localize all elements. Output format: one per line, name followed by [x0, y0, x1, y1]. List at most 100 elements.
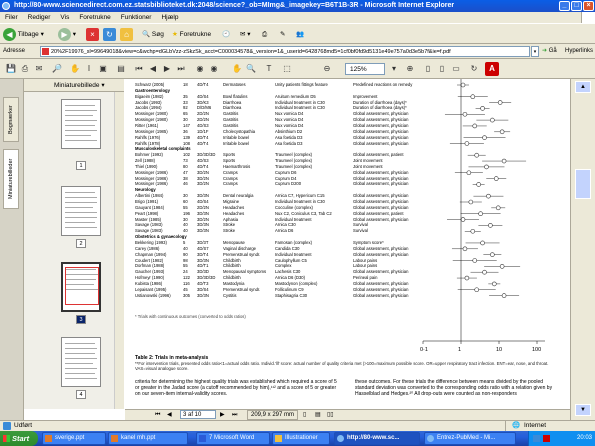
menu-tools[interactable]: Funktioner — [116, 14, 157, 21]
save-icon[interactable]: 💾 — [4, 62, 18, 76]
go-button[interactable]: ➜ Gå — [542, 46, 557, 57]
home-button[interactable]: ⌂ — [120, 27, 133, 42]
tab-bookmarks[interactable]: Bogmærker — [3, 97, 19, 142]
odds-ratio-marker — [497, 100, 503, 105]
stop-button[interactable]: × — [86, 27, 99, 42]
acrobat-tray-icon[interactable] — [543, 435, 550, 442]
zoom-plus-icon[interactable]: ⊕ — [403, 62, 417, 76]
taskbar-item[interactable]: Entrez-PubMed - Mi... — [424, 432, 516, 445]
email-pdf-icon[interactable]: ✉ — [32, 62, 46, 76]
page-thumbnail-4[interactable] — [61, 337, 101, 387]
prev-page-icon[interactable]: ◀ — [146, 62, 160, 76]
menu-bar: Filer Rediger Vis Foretrukne Funktioner Hjælp — [0, 12, 595, 23]
actual-size-icon[interactable]: ▯ — [421, 62, 435, 76]
rotate-icon[interactable]: ↻ — [467, 62, 481, 76]
page-label-2: 2 — [76, 239, 86, 248]
snapshot-icon[interactable]: ▣ — [96, 62, 110, 76]
select-image-icon[interactable]: ⬚ — [280, 62, 294, 76]
odds-ratio-marker — [501, 293, 507, 298]
page-number-input[interactable]: 3 af 10 — [180, 410, 216, 419]
minimize-button[interactable]: _ — [559, 1, 570, 11]
messenger-button[interactable]: 👥 — [296, 27, 304, 42]
scroll-down-button[interactable]: ▼ — [575, 404, 591, 416]
pdf-document-view: Schwarz (2005) 18 4D/T4 Dermatoses Unity pat… — [125, 79, 570, 409]
menu-help[interactable]: Hjælp — [156, 14, 183, 21]
page-thumbnail-3[interactable] — [61, 262, 101, 312]
favorites-button[interactable]: ★ Foretrukne — [172, 27, 211, 42]
hand-pan-icon[interactable]: ✋ — [230, 62, 244, 76]
links-button[interactable]: Hyperlinks — [565, 46, 593, 57]
acrobat-logo-icon[interactable]: A — [485, 62, 499, 76]
mail-button[interactable]: ✉ ▾ — [240, 27, 251, 42]
odds-ratio-marker — [478, 211, 483, 216]
odds-ratio-marker — [462, 111, 468, 117]
axis-tick-label: 0·1 — [420, 347, 428, 353]
odds-ratio-marker — [470, 228, 476, 234]
search-button[interactable]: 🔍 Søg — [142, 27, 164, 42]
menu-edit[interactable]: Rediger — [23, 14, 56, 21]
print-icon: ⎙ — [262, 31, 268, 38]
thumbnails-scrollbar[interactable] — [114, 92, 124, 409]
nav-next-icon[interactable]: ▶ — [220, 410, 225, 420]
zoom-dropdown-icon[interactable]: ▾ — [387, 62, 401, 76]
fit-page-icon[interactable]: ▯ — [435, 62, 449, 76]
document-scrollbar[interactable]: ▲ ▼ — [570, 79, 595, 420]
print-button[interactable]: ⎙ — [262, 27, 267, 42]
previous-view-icon[interactable]: ◉ — [193, 62, 207, 76]
page-label-3: 3 — [76, 315, 86, 324]
address-dropdown-icon[interactable]: ▾ — [531, 46, 539, 57]
forward-button[interactable]: ▶ ▾ — [58, 27, 76, 42]
close-button[interactable]: × — [583, 1, 594, 11]
tab-thumbnails[interactable]: Miniaturebilleder — [3, 149, 19, 209]
next-page-icon[interactable]: ▶ — [160, 62, 174, 76]
navigation-pane-icon[interactable]: ▤ — [114, 62, 128, 76]
layout-continuous-icon[interactable]: ▤ — [315, 410, 321, 420]
layout-single-icon[interactable]: ▯ — [303, 410, 306, 420]
browser-toolbar: ◀ Tilbage ▾ ▶ ▾ × ↻ ⌂ 🔍 Søg ★ Foretrukne… — [0, 23, 595, 44]
taskbar-item-active[interactable]: http://80-www.sc... — [334, 432, 420, 445]
print-pdf-icon[interactable]: ⎙ — [18, 62, 32, 76]
refresh-button[interactable]: ↻ — [103, 27, 116, 42]
taskbar-item[interactable]: Illustrationer — [272, 432, 330, 445]
nav-last-icon[interactable]: ⏭ — [232, 410, 237, 420]
odds-ratio-marker — [482, 135, 487, 140]
taskbar-item[interactable]: 7 Microsoft Word — [196, 432, 270, 445]
menu-file[interactable]: Filer — [0, 14, 23, 21]
zoom-out-icon[interactable]: ⊖ — [320, 62, 334, 76]
nav-prev-icon[interactable]: ◀ — [167, 410, 172, 420]
axis-tick-label: 100 — [532, 347, 542, 353]
zoom-level-input[interactable]: 125% — [345, 63, 385, 75]
maximize-button[interactable]: □ — [571, 1, 582, 11]
history-button[interactable]: 🕘 — [222, 27, 230, 42]
last-page-icon[interactable]: ⏭ — [174, 62, 188, 76]
hand-tool-icon[interactable]: ✋ — [68, 62, 82, 76]
menu-view[interactable]: Vis — [55, 14, 74, 21]
text-tool-icon[interactable]: T — [262, 62, 276, 76]
powerpoint-icon — [111, 435, 118, 442]
menu-favorites[interactable]: Foretrukne — [74, 14, 115, 21]
address-input[interactable]: 20%2F19976_sl=99649018&view=c&wchp=dGLbV… — [40, 46, 530, 57]
page-thumbnail-1[interactable] — [61, 99, 101, 149]
language-icon[interactable] — [533, 435, 540, 442]
fit-width-icon[interactable]: ▭ — [449, 62, 463, 76]
scroll-thumb[interactable] — [575, 169, 591, 199]
taskbar-item[interactable]: kanel mh.ppt — [108, 432, 188, 445]
layout-facing-icon[interactable]: ▯▯ — [327, 410, 334, 420]
odds-ratio-marker — [472, 258, 478, 263]
nav-first-icon[interactable]: ⏮ — [155, 410, 160, 420]
stop-icon: × — [86, 27, 99, 41]
visible-area-indicator[interactable] — [65, 267, 99, 305]
find-icon[interactable]: 🔎 — [50, 62, 64, 76]
taskbar-item[interactable]: sverige.ppt — [42, 432, 106, 445]
powerpoint-icon — [45, 435, 52, 442]
first-page-icon[interactable]: ⏮ — [132, 62, 146, 76]
text-select-icon[interactable]: I — [82, 62, 96, 76]
edit-page-button[interactable]: ✎ — [280, 27, 285, 42]
word-icon — [199, 435, 206, 442]
next-view-icon[interactable]: ◉ — [207, 62, 221, 76]
start-button[interactable]: Start — [0, 431, 38, 446]
scroll-up-button[interactable]: ▲ — [575, 81, 591, 93]
page-thumbnail-2[interactable] — [61, 186, 101, 236]
zoom-in-icon[interactable]: 🔍 — [244, 62, 258, 76]
back-button[interactable]: ◀ Tilbage ▾ — [3, 27, 44, 42]
